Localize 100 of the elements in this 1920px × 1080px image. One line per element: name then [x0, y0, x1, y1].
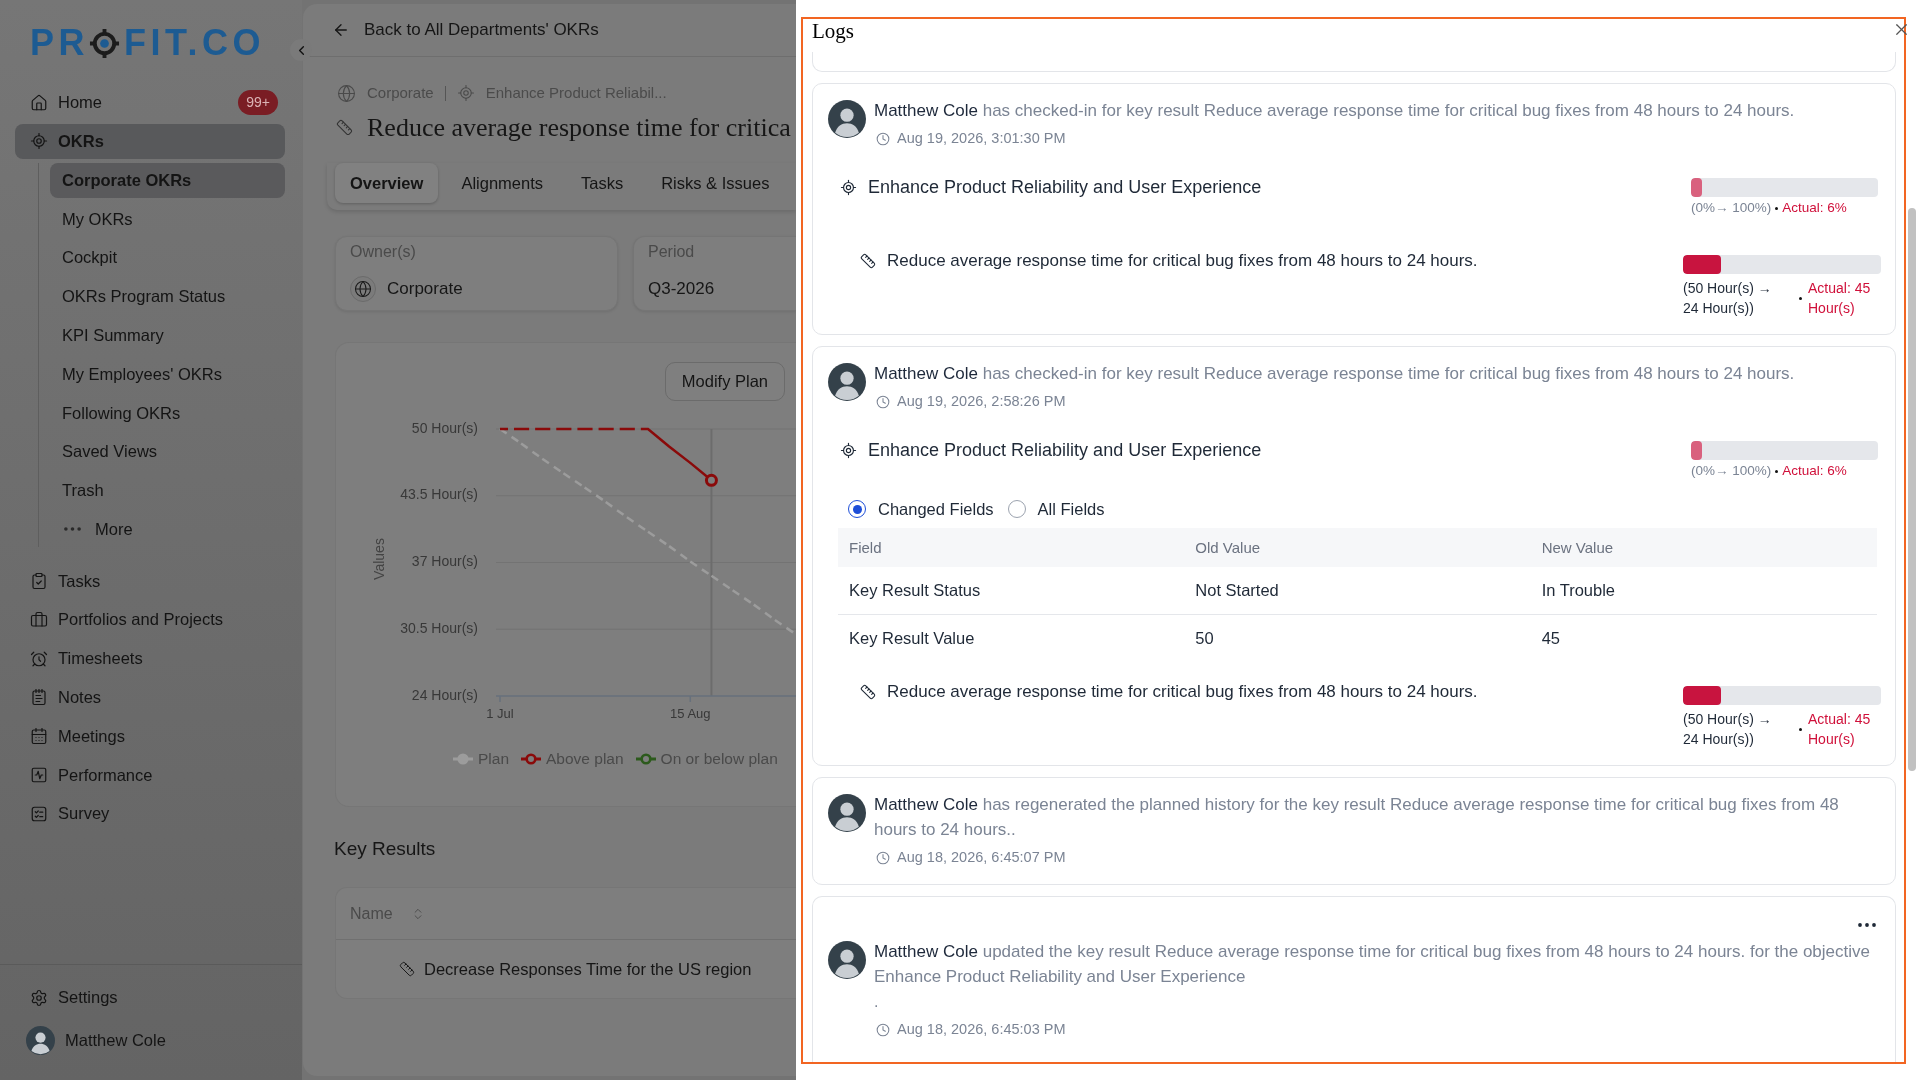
table-cell: Key Result Value: [849, 629, 975, 647]
avatar: [828, 794, 866, 832]
more-icon: [64, 527, 81, 532]
nav-item[interactable]: Meetings: [15, 718, 285, 754]
globe-icon: [337, 83, 356, 103]
progress-range: (50 Hour(s) → 24 Hour(s)): [1683, 710, 1773, 749]
table-cell: Not Started: [1195, 581, 1279, 599]
nav-subitem[interactable]: Corporate OKRs: [50, 162, 285, 198]
progress-range: (0%→ 100%): [1691, 462, 1772, 480]
timestamp: Aug 18, 2026, 6:45:03 PM: [897, 1020, 1066, 1040]
objective-title: Enhance Product Reliability and User Experience: [868, 175, 1262, 199]
progress-actual: Actual: 6%: [1782, 199, 1847, 217]
clock-icon: [876, 1023, 890, 1037]
back-link[interactable]: Back to All Departments' OKRs: [332, 17, 599, 43]
nav-subitem[interactable]: Saved Views: [50, 434, 285, 470]
column-header: New Value: [1541, 538, 1614, 556]
more-link[interactable]: More: [50, 511, 285, 547]
table-cell: Key Result Status: [849, 581, 981, 599]
avatar: [26, 1025, 55, 1055]
calendar-icon: [30, 727, 48, 746]
nav-subitem[interactable]: OKRs Program Status: [50, 279, 285, 314]
timestamp: Aug 19, 2026, 2:58:26 PM: [897, 392, 1066, 412]
nav-item[interactable]: Home 99+: [15, 85, 285, 120]
globe-icon: [350, 276, 376, 302]
target-icon: [30, 132, 48, 151]
line-chart-icon: [30, 766, 48, 785]
ruler-icon: [860, 253, 876, 269]
clock-icon: [876, 132, 890, 146]
logo-target-icon: [89, 27, 120, 59]
legend-marker-icon: [521, 753, 542, 765]
axis-tick-label: 15 Aug: [670, 706, 711, 722]
clock-icon: [876, 851, 890, 865]
briefcase-icon: [30, 610, 48, 629]
nav-item[interactable]: Portfolios and Projects: [15, 602, 285, 638]
nav-item[interactable]: OKRs: [15, 123, 285, 159]
key-result-title: Reduce average response time for critical bug fixes from 48 hours to 24 hours.: [887, 250, 1478, 273]
table-cell: In Trouble: [1541, 581, 1616, 599]
axis-tick-label: 37 Hour(s): [411, 553, 478, 570]
logo-text: PR: [30, 25, 89, 61]
ruler-icon: [336, 118, 353, 136]
checklist-icon: [30, 804, 48, 823]
column-header: Field: [849, 538, 882, 556]
nav-subitem[interactable]: Following OKRs: [50, 395, 285, 431]
tab[interactable]: Risks & Issues: [646, 163, 785, 203]
tab[interactable]: Tasks: [566, 163, 639, 203]
nav-subitem[interactable]: My OKRs: [50, 201, 285, 237]
logo-text: FIT.CO: [124, 25, 265, 61]
progress-actual: Actual: 45 Hour(s): [1808, 279, 1872, 318]
progress-range: (50 Hour(s) → 24 Hour(s)): [1683, 279, 1773, 318]
column-header: Old Value: [1195, 538, 1261, 556]
ruler-icon: [399, 961, 415, 977]
nav-subitem[interactable]: Cockpit: [50, 240, 285, 276]
axis-tick-label: 30.5 Hour(s): [400, 619, 478, 636]
avatar: [828, 941, 866, 979]
settings-icon: [30, 988, 48, 1007]
nav-subitem[interactable]: Trash: [50, 472, 285, 508]
avatar: [828, 100, 866, 138]
nav-item[interactable]: Timesheets: [15, 641, 285, 677]
axis-tick-label: 24 Hour(s): [411, 686, 478, 703]
count-badge: 99+: [238, 90, 278, 115]
panel-title: Logs: [812, 19, 854, 43]
radio-option[interactable]: Changed Fields: [848, 496, 994, 522]
user-menu[interactable]: Matthew Cole: [26, 1025, 285, 1055]
legend-marker-icon: [453, 753, 473, 765]
nav-item[interactable]: Performance: [15, 757, 285, 793]
nav-subitem[interactable]: KPI Summary: [50, 317, 285, 353]
avatar: [828, 363, 866, 401]
ruler-icon: [860, 684, 876, 700]
clock-icon: [876, 395, 890, 409]
field-value: Q3-2026: [648, 278, 715, 301]
progress-actual: Actual: 6%: [1782, 462, 1847, 480]
settings-link[interactable]: Settings: [15, 980, 285, 1015]
modify-plan-button[interactable]: Modify Plan: [664, 362, 785, 401]
axis-tick-label: 1 Jul: [486, 706, 514, 722]
tab[interactable]: Alignments: [446, 163, 558, 203]
target-icon: [840, 441, 857, 459]
progress-range: (0%→ 100%): [1691, 199, 1772, 217]
axis-tick-label: 43.5 Hour(s): [400, 486, 478, 503]
data-point: [704, 473, 718, 487]
nav-subitem[interactable]: My Employees' OKRs: [50, 356, 285, 392]
log-message: Matthew Cole updated the key result Reduce average response time for critical bug fixes from 48 hours to 24 hours. for the objective Enhance Product Reliability and User Experience: [874, 941, 1871, 988]
page-title: Reduce average response time for critica: [367, 111, 791, 144]
log-message: Matthew Cole has checked-in for key result Reduce average response time for critical bug fixes from 48 hours to 24 hours.: [874, 363, 1796, 385]
target-icon: [840, 178, 857, 196]
more-icon: [1858, 923, 1876, 927]
key-result-title: Reduce average response time for critical bug fixes from 48 hours to 24 hours.: [887, 681, 1478, 704]
axis-tick-label: 50 Hour(s): [411, 419, 478, 436]
timestamp: Aug 19, 2026, 3:01:30 PM: [897, 129, 1066, 149]
clipboard-check-icon: [30, 572, 48, 591]
radio-option[interactable]: All Fields: [1007, 496, 1105, 522]
scrollbar[interactable]: [1908, 208, 1916, 771]
nav-item[interactable]: Survey: [15, 796, 285, 832]
log-note: .: [874, 992, 879, 1012]
table-cell: 50: [1195, 629, 1214, 647]
nav-item[interactable]: Notes: [15, 679, 285, 715]
axis-title: Values: [370, 538, 387, 580]
nav-item[interactable]: Tasks: [15, 563, 285, 599]
alarm-clock-icon: [30, 649, 48, 668]
tab[interactable]: Overview: [335, 163, 439, 203]
progress-actual: Actual: 45 Hour(s): [1808, 710, 1872, 749]
